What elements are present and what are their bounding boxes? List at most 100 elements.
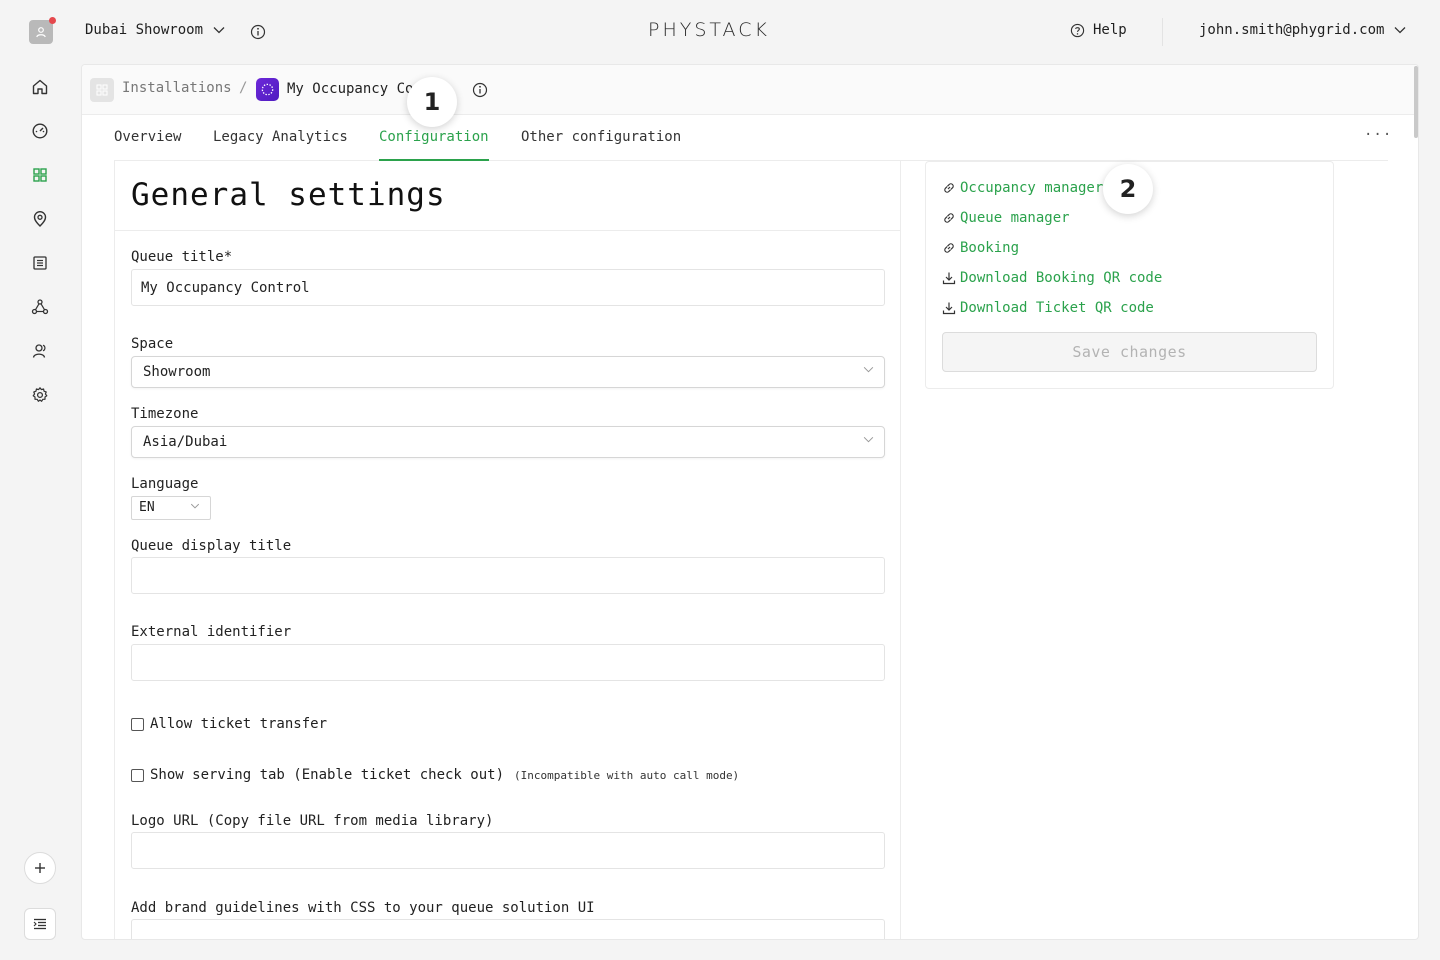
add-button[interactable] (24, 852, 56, 884)
user-icon (36, 27, 46, 38)
download-booking-qr-link[interactable]: Download Booking QR code (942, 270, 1162, 286)
chevron-down-icon (863, 366, 874, 373)
plus-icon (35, 863, 45, 873)
show-serving-tab-label: Show serving tab (Enable ticket check ou… (150, 767, 505, 783)
tab-overview[interactable]: Overview (114, 129, 181, 145)
brand-css-textarea[interactable] (131, 919, 885, 939)
home-icon (32, 79, 48, 95)
link-icon (944, 213, 954, 223)
breadcrumb-installations[interactable]: Installations (122, 80, 232, 96)
download-icon (942, 302, 956, 315)
occupancy-manager-link[interactable]: Occupancy manager (942, 180, 1103, 196)
annotation-marker-2: 2 (1103, 164, 1153, 214)
nav-home[interactable] (30, 77, 50, 97)
brand-css-label: Add brand guidelines with CSS to your qu… (131, 900, 595, 916)
queue-title-input[interactable]: My Occupancy Control (131, 269, 885, 306)
queue-title-label: Queue title* (131, 249, 233, 265)
save-changes-button[interactable]: Save changes (942, 332, 1317, 372)
header-divider (1162, 18, 1163, 46)
nav-network[interactable] (30, 297, 50, 317)
location-icon (33, 211, 47, 227)
timezone-value: Asia/Dubai (143, 434, 228, 450)
nav-settings[interactable] (30, 385, 50, 405)
user-menu[interactable]: john.smith@phygrid.com (1199, 22, 1406, 38)
more-options-button[interactable]: ··· (1364, 127, 1392, 143)
language-select[interactable]: EN (131, 496, 211, 520)
workspace-name: Dubai Showroom (85, 22, 204, 38)
queue-manager-label: Queue manager (960, 210, 1070, 226)
nav-users[interactable] (30, 341, 50, 361)
help-button[interactable]: Help (1070, 22, 1127, 38)
annotation-marker-1: 1 (407, 77, 457, 127)
user-email: john.smith@phygrid.com (1199, 22, 1385, 38)
scrollbar[interactable] (1414, 66, 1418, 138)
queue-manager-link[interactable]: Queue manager (942, 210, 1070, 226)
chevron-down-icon (863, 436, 874, 443)
top-bar: Dubai Showroom PHYSTACK Help john.smith@… (0, 0, 1440, 64)
external-identifier-label: External identifier (131, 624, 292, 640)
tab-other-configuration[interactable]: Other configuration (521, 129, 681, 145)
app-icon (256, 78, 279, 101)
tab-legacy-analytics[interactable]: Legacy Analytics (213, 129, 348, 145)
space-value: Showroom (143, 364, 211, 380)
menu-collapse-icon (33, 918, 46, 930)
booking-link[interactable]: Booking (942, 240, 1019, 256)
workspace-selector[interactable]: Dubai Showroom (85, 22, 225, 38)
tab-configuration[interactable]: Configuration (379, 129, 489, 145)
allow-ticket-transfer-label: Allow ticket transfer (150, 716, 328, 732)
grid-icon (96, 84, 108, 96)
help-label: Help (1093, 22, 1127, 38)
chevron-down-icon (1394, 27, 1406, 34)
allow-ticket-transfer-row: Allow ticket transfer (131, 716, 327, 732)
chevron-down-icon (190, 503, 200, 509)
language-value: EN (139, 500, 155, 515)
users-icon (32, 344, 46, 358)
allow-ticket-transfer-checkbox[interactable] (131, 717, 144, 731)
page-title: General settings (131, 177, 446, 213)
collapse-sidebar-button[interactable] (24, 908, 56, 940)
breadcrumb: Installations / My Occupancy Co (82, 65, 1418, 115)
main-panel: Installations / My Occupancy Co Overview… (81, 64, 1419, 940)
show-serving-tab-note: (Incompatible with auto call mode) (514, 768, 740, 782)
external-identifier-input[interactable] (131, 644, 885, 681)
logo-url-label: Logo URL (Copy file URL from media libra… (131, 813, 494, 829)
show-serving-tab-row: Show serving tab (Enable ticket check ou… (131, 767, 739, 783)
booking-label: Booking (960, 240, 1020, 256)
logo-url-input[interactable] (131, 832, 885, 869)
breadcrumb-installations-icon[interactable] (90, 78, 114, 102)
queue-display-title-input[interactable] (131, 557, 885, 594)
settings-icon (32, 387, 48, 402)
language-label: Language (131, 476, 199, 492)
help-icon (1070, 23, 1085, 37)
nav-locations[interactable] (30, 209, 50, 229)
form-header: General settings (115, 161, 900, 231)
breadcrumb-separator: / (239, 80, 248, 96)
show-serving-tab-checkbox[interactable] (131, 768, 144, 782)
avatar[interactable] (29, 17, 56, 44)
occupancy-app-icon (261, 83, 274, 96)
nav-list[interactable] (30, 253, 50, 273)
network-icon (31, 299, 49, 315)
occupancy-manager-label: Occupancy manager (960, 180, 1104, 196)
download-booking-qr-label: Download Booking QR code (960, 270, 1163, 286)
link-icon (944, 243, 954, 253)
info-icon[interactable] (250, 24, 266, 40)
installations-icon (33, 168, 47, 182)
download-ticket-qr-link[interactable]: Download Ticket QR code (942, 300, 1154, 316)
queue-display-title-label: Queue display title (131, 538, 292, 554)
nav-installations[interactable] (30, 165, 50, 185)
chevron-down-icon (213, 27, 225, 34)
notification-dot (49, 17, 56, 24)
space-label: Space (131, 336, 174, 352)
download-ticket-qr-label: Download Ticket QR code (960, 300, 1154, 316)
nav-dashboard[interactable] (30, 121, 50, 141)
link-icon (944, 183, 954, 193)
app-logo: PHYSTACK (648, 19, 770, 41)
info-icon[interactable] (472, 82, 488, 98)
general-settings-card: General settings Queue title* My Occupan… (114, 161, 901, 939)
download-icon (942, 272, 956, 285)
dashboard-icon (32, 123, 48, 139)
tab-bar: Overview Legacy Analytics Configuration … (114, 115, 1391, 161)
space-select[interactable]: Showroom (131, 356, 885, 388)
timezone-select[interactable]: Asia/Dubai (131, 426, 885, 458)
